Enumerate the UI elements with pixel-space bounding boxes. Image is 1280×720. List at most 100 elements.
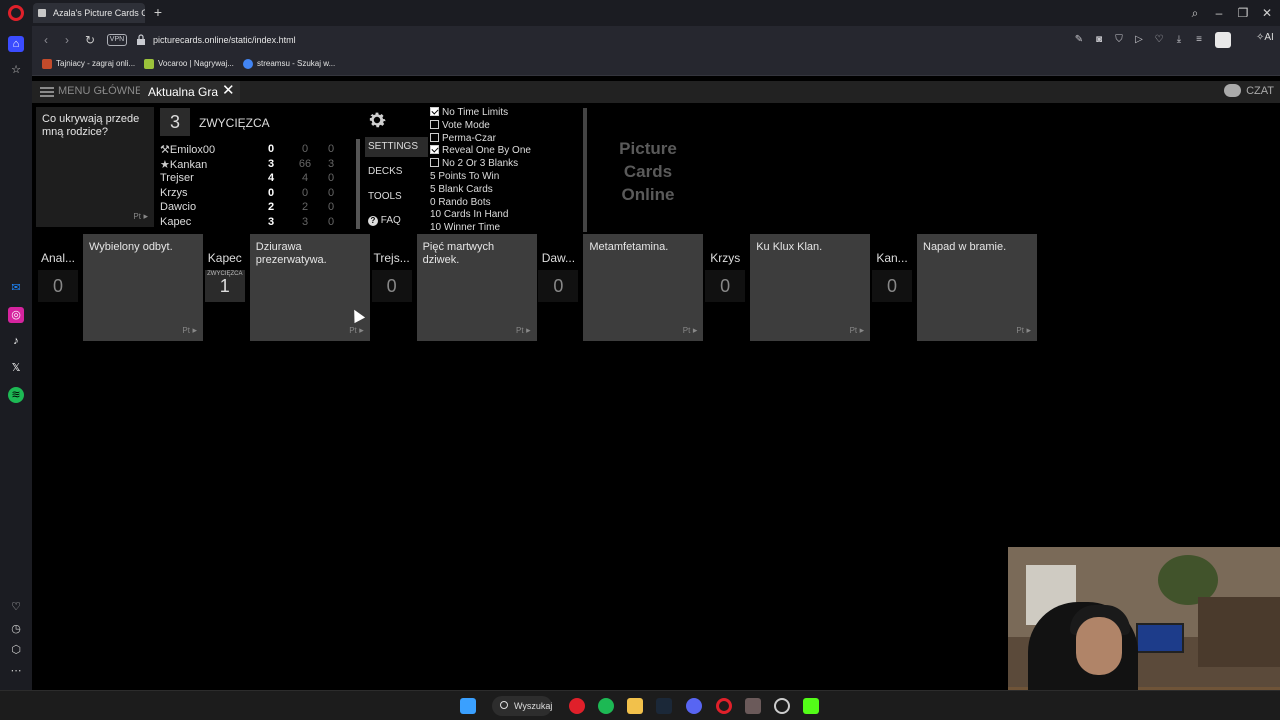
menu-item-decks[interactable]: DECKS <box>365 162 428 182</box>
played-cards-row: Anal...0Wybielony odbyt.PtKapec1ZWYCIĘZC… <box>32 234 1280 344</box>
forward-button[interactable]: › <box>59 32 75 48</box>
white-answer-card[interactable]: Metamfetamina. Pt <box>583 234 704 341</box>
checkbox[interactable] <box>430 132 439 142</box>
bookmark-item[interactable]: Vocaroo | Nagrywaj... <box>144 59 234 69</box>
played-card-score: 0 <box>38 270 78 302</box>
white-answer-card[interactable]: Pięć martwych dziwek. Pt <box>416 234 537 341</box>
opera-logo-icon[interactable] <box>8 5 24 21</box>
spotify-icon[interactable]: ≋ <box>8 387 24 403</box>
steam-icon[interactable] <box>656 698 672 714</box>
vpn-badge[interactable]: VPN <box>107 34 127 46</box>
menu-item-settings[interactable]: SETTINGS <box>365 137 428 157</box>
ai-button[interactable]: ✧AI <box>1256 32 1274 43</box>
tiktok-icon[interactable]: ♪ <box>8 333 24 349</box>
player-score: 0 <box>264 231 278 232</box>
picture-cards-logo: Picture Cards Online <box>598 137 698 206</box>
menu-item-tools[interactable]: TOOLS <box>365 187 428 207</box>
white-answer-card[interactable]: Wybielony odbyt. Pt <box>83 234 203 341</box>
checkbox[interactable] <box>430 158 439 168</box>
box-icon[interactable]: ⬡ <box>8 642 24 658</box>
settings-scrollbar[interactable] <box>583 108 587 232</box>
spotify-taskbar-icon[interactable] <box>598 698 614 714</box>
url-field[interactable]: picturecards.online/static/index.html <box>153 35 296 45</box>
history-icon[interactable]: ◷ <box>8 621 24 637</box>
camera-icon[interactable]: ◙ <box>1092 33 1106 47</box>
setting-row[interactable]: Vote Mode <box>430 119 490 133</box>
app-icon-red[interactable] <box>569 698 585 714</box>
player-stat: 3 <box>301 216 309 228</box>
player-row: ★Kankan 3 66 3 <box>160 158 360 172</box>
checkbox[interactable] <box>430 145 439 155</box>
star-icon: ★ <box>160 158 170 171</box>
gear-icon[interactable] <box>366 109 388 131</box>
checkbox[interactable] <box>430 107 439 116</box>
menu-item-faq[interactable]: ? FAQ <box>365 211 428 231</box>
white-answer-card[interactable]: Napad w bramie. Pt <box>917 234 1037 341</box>
scoreboard-scrollbar[interactable] <box>356 139 360 229</box>
pinboard-icon[interactable]: ☆ <box>8 62 24 78</box>
opera-taskbar-icon[interactable] <box>716 698 732 714</box>
discord-icon[interactable] <box>686 698 702 714</box>
browser-tab[interactable]: Azala's Picture Cards Online <box>33 3 145 23</box>
game-header: MENU GŁÓWNE Aktualna Gra ✕ CZAT <box>32 81 1280 103</box>
setting-row: 5 Blank Cards <box>430 184 493 197</box>
main-menu-button[interactable]: MENU GŁÓWNE <box>40 85 142 97</box>
taskbar-search[interactable]: Wyszukaj <box>492 696 552 716</box>
minimize-button[interactable]: – <box>1210 4 1228 22</box>
bookmark-item[interactable]: streamsu - Szukaj w... <box>243 59 336 69</box>
home-icon[interactable]: ⌂ <box>8 36 24 52</box>
x-icon[interactable]: 𝕏 <box>8 360 24 376</box>
setting-row[interactable]: Reveal One By One <box>430 145 531 158</box>
player-stat: 0 <box>327 201 335 214</box>
setting-row[interactable]: No 2 Or 3 Blanks <box>430 158 518 171</box>
card-pt-label: Pt <box>1016 324 1031 337</box>
bookmark-label: streamsu - Szukaj w... <box>257 59 336 68</box>
shield-icon[interactable]: ⛉ <box>1112 33 1126 47</box>
download-icon[interactable]: ⤓ <box>1172 33 1186 47</box>
checkbox[interactable] <box>430 119 439 129</box>
setting-label: Vote Mode <box>442 119 490 131</box>
messenger-icon[interactable]: ✉ <box>8 280 24 296</box>
extension-icon[interactable] <box>1215 32 1231 48</box>
maximize-button[interactable]: ❐ <box>1234 4 1252 22</box>
answer-text: Pięć martwych dziwek. <box>422 241 495 266</box>
windows-start-icon[interactable] <box>460 698 476 714</box>
game-app-icon[interactable] <box>745 698 761 714</box>
more-icon[interactable]: ⋯ <box>8 663 24 679</box>
kick-icon[interactable] <box>803 698 819 714</box>
obs-icon[interactable] <box>774 698 790 714</box>
back-button[interactable]: ‹ <box>38 32 54 48</box>
menu-icon[interactable]: ≡ <box>1192 33 1206 47</box>
player-stat: 0 <box>327 186 335 199</box>
logo-line: Picture <box>619 139 677 158</box>
chat-button[interactable]: CZAT <box>1224 84 1274 97</box>
close-icon[interactable]: ✕ <box>222 83 235 98</box>
played-card-slot: Trejs... 0 Pięć martwych dziwek. Pt <box>370 234 537 342</box>
setting-row[interactable]: Perma-Czar <box>430 132 496 146</box>
webcam-monitor <box>1136 623 1184 653</box>
close-window-button[interactable]: ✕ <box>1258 4 1276 22</box>
edit-icon[interactable]: ✎ <box>1072 33 1086 47</box>
setting-row[interactable]: No Time Limits <box>430 107 508 120</box>
player-score: 3 <box>267 157 275 170</box>
taskbar-search-label: Wyszukaj <box>514 701 553 711</box>
setting-label: 10 Winner Time <box>430 222 501 234</box>
bookmark-favicon-icon <box>243 59 253 69</box>
player-score: 2 <box>267 201 275 214</box>
file-explorer-icon[interactable] <box>627 698 643 714</box>
white-answer-card[interactable]: Ku Klux Klan. Pt <box>750 234 871 341</box>
heart-icon[interactable]: ♡ <box>8 599 24 615</box>
white-answer-card[interactable]: Dziurawa prezerwatywa. Pt <box>249 234 370 341</box>
instagram-icon[interactable]: ◎ <box>8 307 24 323</box>
new-tab-button[interactable]: + <box>151 4 165 20</box>
played-card-score: 0 <box>705 270 746 302</box>
heart-icon[interactable]: ♡ <box>1152 33 1166 47</box>
player-stat: 0 <box>327 172 335 185</box>
bookmark-label: Vocaroo | Nagrywaj... <box>158 59 234 68</box>
reload-button[interactable]: ↻ <box>82 32 98 48</box>
bookmark-item[interactable]: Tajniacy - zagraj onli... <box>42 59 135 69</box>
search-tabs-icon[interactable]: ⌕ <box>1186 4 1204 22</box>
play-icon[interactable]: ▷ <box>1132 33 1146 47</box>
player-row: Krzys 0 0 0 <box>160 187 360 201</box>
player-score: 4 <box>267 172 275 185</box>
